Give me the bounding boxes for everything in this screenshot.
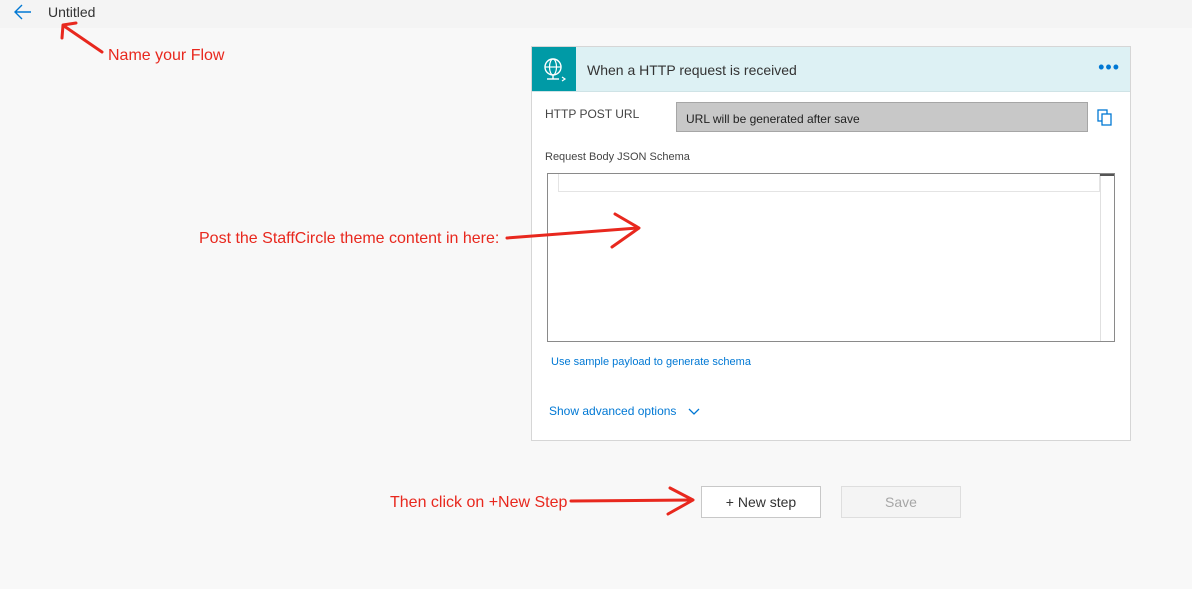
more-options-button[interactable]: ••• — [1098, 58, 1120, 76]
trigger-icon-tile — [532, 47, 576, 91]
http-post-url-label: HTTP POST URL — [545, 107, 640, 121]
back-button[interactable] — [13, 2, 33, 22]
arrow-left-icon — [14, 4, 31, 20]
schema-scrollbar-thumb[interactable] — [1100, 174, 1114, 176]
schema-scrollbar[interactable] — [1100, 174, 1114, 341]
save-button[interactable]: Save — [841, 486, 961, 518]
json-schema-editor[interactable] — [547, 173, 1115, 342]
new-step-button[interactable]: + New step — [701, 486, 821, 518]
annotation-arrow-new-step — [569, 486, 695, 516]
annotation-click-new-step: Then click on +New Step — [390, 494, 568, 511]
schema-label: Request Body JSON Schema — [545, 151, 690, 163]
http-post-url-value: URL will be generated after save — [686, 112, 860, 126]
http-post-url-field[interactable]: URL will be generated after save — [676, 102, 1088, 132]
copy-icon — [1097, 109, 1112, 126]
trigger-card-header[interactable]: When a HTTP request is received ••• — [532, 47, 1130, 92]
annotation-name-flow: Name your Flow — [108, 47, 225, 64]
sample-payload-link[interactable]: Use sample payload to generate schema — [551, 356, 751, 368]
flow-name-title[interactable]: Untitled — [48, 4, 95, 20]
copy-url-button[interactable] — [1097, 109, 1113, 132]
top-bar: Untitled — [0, 0, 1192, 28]
trigger-title: When a HTTP request is received — [587, 62, 797, 78]
schema-editor-line — [558, 174, 1100, 192]
show-advanced-options-label: Show advanced options — [549, 404, 677, 418]
globe-network-icon — [544, 58, 567, 82]
annotation-post-content: Post the StaffCircle theme content in he… — [199, 230, 500, 247]
show-advanced-options[interactable]: Show advanced options — [549, 404, 700, 418]
chevron-down-icon — [688, 408, 700, 415]
trigger-card: When a HTTP request is received ••• HTTP… — [531, 46, 1131, 441]
